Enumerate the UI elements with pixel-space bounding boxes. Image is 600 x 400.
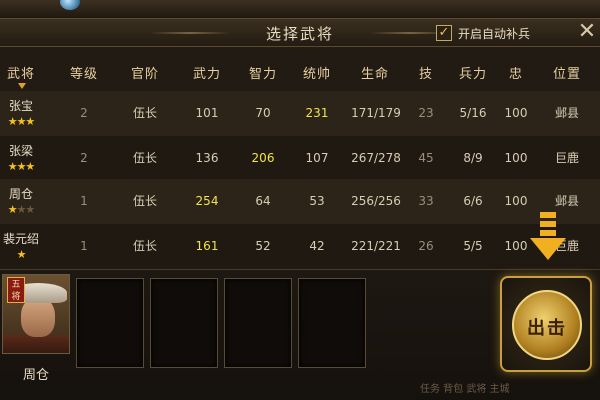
hp-value: 267/278: [351, 151, 401, 165]
intellect-value: 70: [255, 106, 271, 120]
general-name: 张宝: [8, 99, 33, 113]
star-icon-dim: ★★: [16, 203, 36, 216]
force-value: 254: [195, 194, 219, 208]
troops-value: 6/6: [463, 194, 483, 208]
loyalty-value: 100: [504, 194, 528, 208]
level-value: 1: [80, 239, 88, 253]
col-header-loyalty[interactable]: 忠: [502, 63, 530, 82]
rank-value: 伍长: [132, 106, 157, 120]
force-value: 101: [195, 106, 219, 120]
command-value: 42: [309, 239, 325, 253]
table-row[interactable]: 裴元绍 ★ 1 伍长 161 52 42 221/221 26 5/5 100 …: [0, 224, 600, 269]
troops-value: 8/9: [463, 151, 483, 165]
skill-value: 26: [418, 239, 434, 253]
crystal-orb-icon: [60, 0, 80, 10]
close-button[interactable]: ✕: [576, 21, 598, 45]
selected-general-name: 周仓: [22, 368, 49, 383]
arrow-head: [530, 238, 566, 260]
empty-deploy-slot[interactable]: [150, 278, 218, 368]
command-value: 231: [305, 106, 329, 120]
star-rating: ★★★: [0, 160, 42, 173]
loyalty-value: 100: [504, 151, 528, 165]
portrait-shoulders: [3, 335, 69, 353]
general-name: 周仓: [8, 187, 33, 201]
star-rating: ★★★: [0, 203, 42, 216]
command-value: 53: [309, 194, 325, 208]
hp-value: 256/256: [351, 194, 401, 208]
col-header-intellect[interactable]: 智力: [240, 63, 286, 82]
attack-button[interactable]: 出击: [512, 290, 582, 360]
table-row[interactable]: 张宝 ★★★ 2 伍长 101 70 231 171/179 23 5/16 1…: [0, 91, 600, 136]
loyalty-value: 100: [504, 239, 528, 253]
skill-value: 23: [418, 106, 434, 120]
col-header-command[interactable]: 统帅: [294, 63, 340, 82]
skill-value: 33: [418, 194, 434, 208]
loyalty-value: 100: [504, 106, 528, 120]
location-value: 邺县: [554, 106, 579, 120]
troops-value: 5/5: [463, 239, 483, 253]
intellect-value: 206: [251, 151, 275, 165]
star-icon: ★: [7, 203, 18, 216]
empty-deploy-slot[interactable]: [76, 278, 144, 368]
col-header-force[interactable]: 武力: [184, 63, 230, 82]
troops-value: 5/16: [459, 106, 487, 120]
star-rating: ★: [0, 248, 42, 261]
table-row[interactable]: 周仓 ★★★ 1 伍长 254 64 53 256/256 33 6/6 100…: [0, 179, 600, 224]
table-row[interactable]: 张梁 ★★★ 2 伍长 136 206 107 267/278 45 8/9 1…: [0, 136, 600, 181]
command-value: 107: [305, 151, 329, 165]
star-icon: ★★★: [7, 115, 36, 128]
rank-badge: 五将: [7, 277, 25, 303]
star-icon: ★: [16, 248, 27, 261]
rank-value: 伍长: [132, 194, 157, 208]
col-header-rank[interactable]: 官阶: [122, 63, 168, 82]
title-bar: 选择武将 ✓ 开启自动补兵 ✕: [0, 19, 600, 47]
attack-button-frame: 出击: [500, 276, 592, 372]
general-name: 裴元绍: [2, 232, 39, 246]
selected-general-portrait[interactable]: 五将: [2, 274, 70, 354]
skill-value: 45: [418, 151, 434, 165]
auto-replenish-label[interactable]: 开启自动补兵: [458, 25, 530, 42]
attack-button-label: 出击: [527, 318, 567, 339]
rank-value: 伍长: [132, 151, 157, 165]
arrow-bar: [540, 212, 556, 218]
empty-deploy-slot[interactable]: [224, 278, 292, 368]
arrow-bar: [540, 230, 556, 236]
sort-arrow-icon: [18, 83, 26, 89]
intellect-value: 52: [255, 239, 271, 253]
col-header-location[interactable]: 位置: [544, 63, 590, 82]
star-rating: ★★★: [0, 115, 42, 128]
level-value: 2: [80, 151, 88, 165]
col-header-skill[interactable]: 技: [414, 63, 438, 82]
general-name: 张梁: [8, 144, 33, 158]
auto-replenish-checkbox[interactable]: ✓: [436, 25, 452, 41]
portrait-face: [21, 297, 55, 337]
col-header-hp[interactable]: 生命: [352, 63, 398, 82]
arrow-bar: [540, 221, 556, 227]
col-header-general[interactable]: 武将: [0, 63, 42, 82]
hp-value: 171/179: [351, 106, 401, 120]
down-arrow-hint-icon: [530, 212, 566, 264]
col-header-troops[interactable]: 兵力: [450, 63, 496, 82]
bottom-menu-text: 任务 背包 武将 主城: [420, 384, 510, 395]
level-value: 1: [80, 194, 88, 208]
intellect-value: 64: [255, 194, 271, 208]
rank-value: 伍长: [132, 239, 157, 253]
star-icon: ★★★: [7, 160, 36, 173]
force-value: 161: [195, 239, 219, 253]
empty-deploy-slot[interactable]: [298, 278, 366, 368]
level-value: 2: [80, 106, 88, 120]
top-hud-strip: [0, 0, 600, 18]
force-value: 136: [195, 151, 219, 165]
col-header-level[interactable]: 等级: [62, 63, 106, 82]
hp-value: 221/221: [351, 239, 401, 253]
location-value: 巨鹿: [554, 151, 579, 165]
